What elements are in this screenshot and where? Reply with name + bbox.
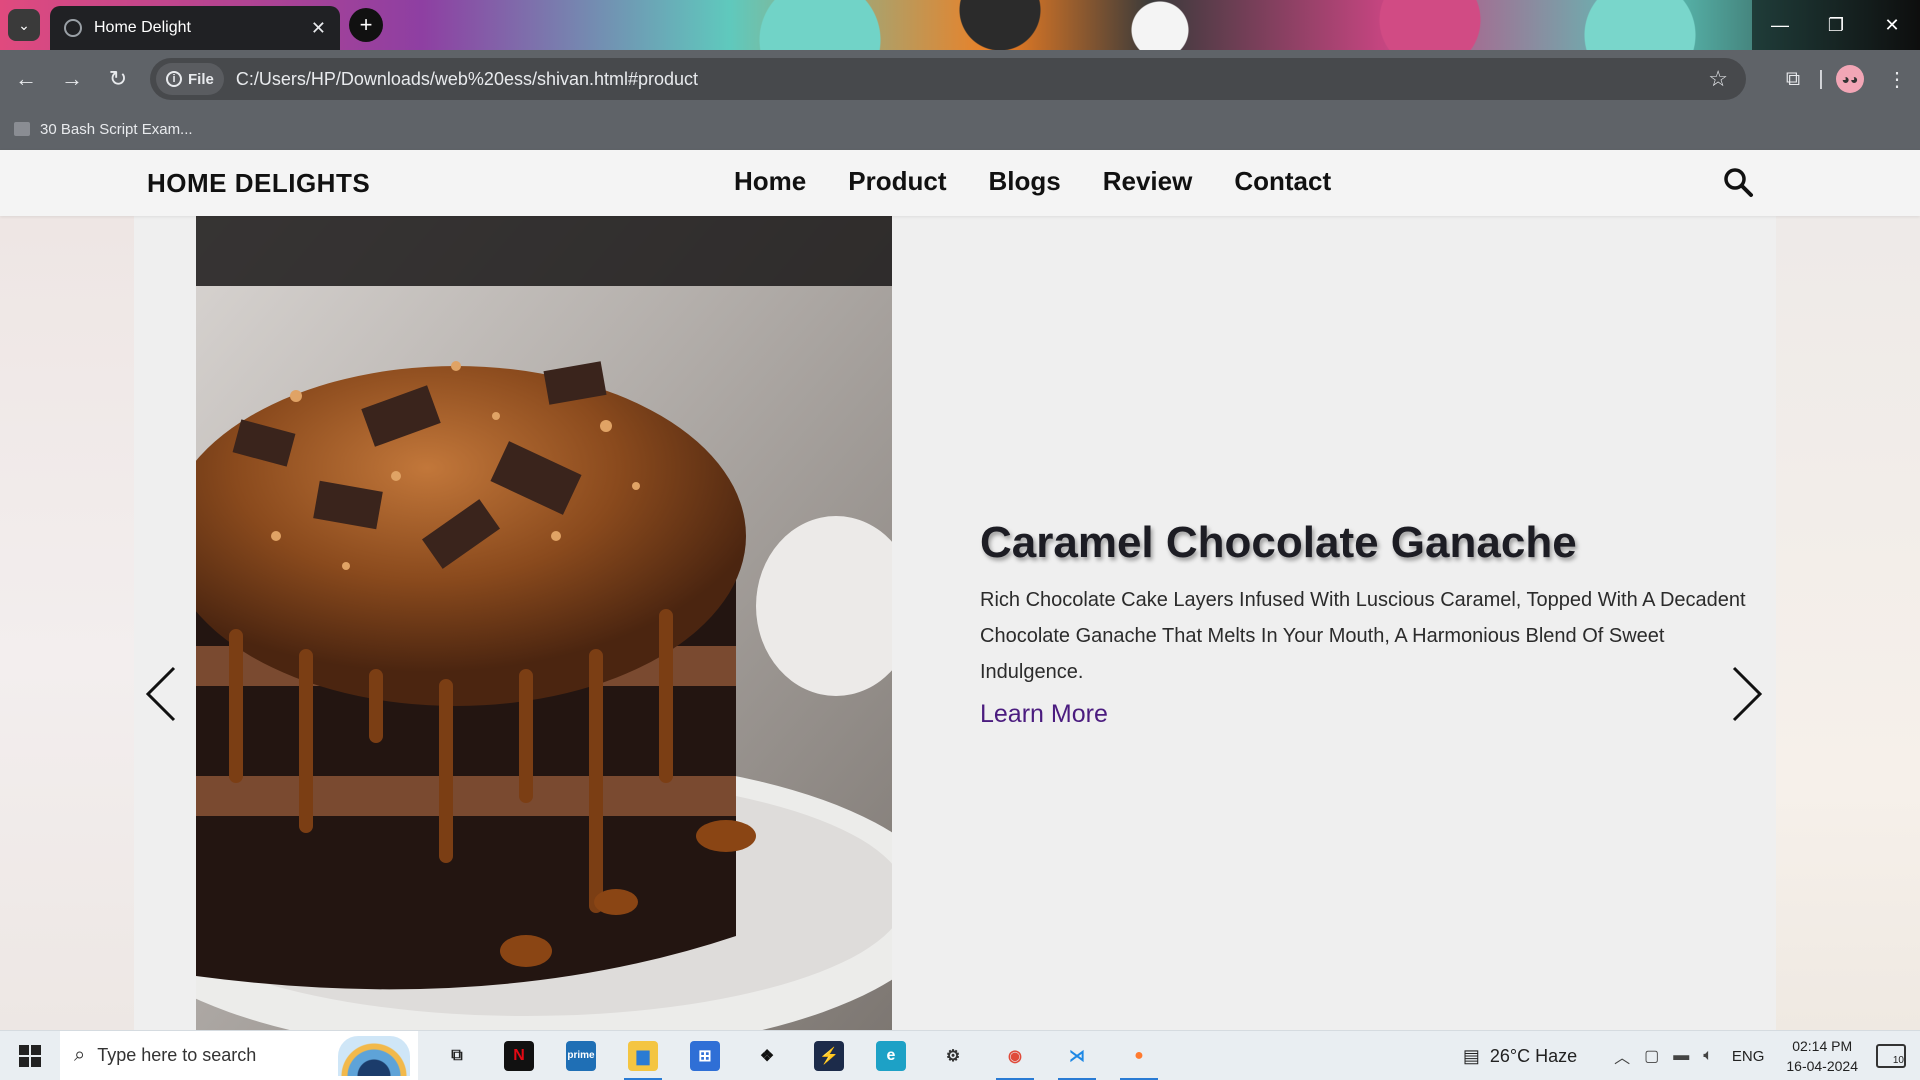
new-tab-button[interactable]: + bbox=[349, 8, 383, 42]
powershell-icon: ⚡ bbox=[814, 1040, 844, 1071]
extensions-icon[interactable]: ⧉ bbox=[1770, 68, 1816, 91]
volume-icon[interactable]: 🔈︎ bbox=[1703, 1047, 1713, 1065]
meet-now-icon[interactable]: ▢ bbox=[1644, 1046, 1659, 1066]
tab-close-icon[interactable]: ✕ bbox=[311, 18, 326, 39]
netflix-icon: N bbox=[504, 1040, 534, 1071]
taskbar-app-button[interactable]: ⚡ bbox=[798, 1031, 860, 1080]
globe-icon bbox=[64, 19, 82, 37]
tab-search-button[interactable]: ⌄ bbox=[8, 9, 40, 41]
show-hidden-icons-chevron-icon[interactable]: ︿ bbox=[1614, 1044, 1630, 1068]
taskbar-search-icon: ⌕ bbox=[74, 1044, 86, 1066]
back-arrow-icon[interactable]: ← bbox=[6, 59, 46, 99]
site-header: HOME DELIGHTS Home Product Blogs Review … bbox=[0, 150, 1920, 216]
main-nav: Home Product Blogs Review Contact bbox=[734, 166, 1331, 197]
battery-icon[interactable]: ▬ bbox=[1673, 1047, 1689, 1065]
nav-link-home[interactable]: Home bbox=[734, 166, 806, 197]
nav-link-product[interactable]: Product bbox=[848, 166, 946, 197]
taskbar-app-button[interactable]: ⚙ bbox=[922, 1031, 984, 1080]
bookmark-star-icon[interactable]: ☆ bbox=[1708, 66, 1728, 92]
weather-icon: ▤ bbox=[1462, 1045, 1480, 1066]
browser-tab-active[interactable]: Home Delight ✕ bbox=[50, 6, 340, 50]
search-highlight-image bbox=[338, 1035, 410, 1076]
next-slide-peek bbox=[1776, 216, 1920, 1030]
dropbox-icon: ❖ bbox=[752, 1040, 782, 1071]
weather-widget[interactable]: ▤ 26°C Haze bbox=[1463, 1046, 1577, 1067]
settings-icon: ⚙ bbox=[938, 1040, 968, 1071]
chrome-icon: ◉ bbox=[1000, 1040, 1030, 1071]
taskbar-search-placeholder: Type here to search bbox=[97, 1045, 257, 1065]
info-icon: i bbox=[166, 71, 182, 87]
vscode-icon: ⋊ bbox=[1062, 1040, 1092, 1071]
nav-link-review[interactable]: Review bbox=[1103, 166, 1193, 197]
task-view-icon: ⧉ bbox=[442, 1040, 472, 1071]
address-bar[interactable]: i File C:/Users/HP/Downloads/web%20ess/s… bbox=[150, 58, 1746, 100]
clock[interactable]: 02:14 PM 16-04-2024 bbox=[1786, 1036, 1858, 1076]
minimize-button[interactable]: — bbox=[1752, 0, 1808, 50]
notification-center-icon[interactable]: 10 bbox=[1876, 1044, 1906, 1068]
weather-text: 26°C Haze bbox=[1489, 1045, 1578, 1066]
file-explorer-icon: ▆ bbox=[628, 1040, 658, 1071]
taskbar-app-button[interactable]: ⧉ bbox=[426, 1031, 488, 1080]
language-indicator[interactable]: ENG bbox=[1732, 1048, 1765, 1065]
bookmarks-bar: 30 Bash Script Exam... bbox=[0, 108, 1920, 150]
profile-avatar[interactable]: ◕◕ bbox=[1836, 65, 1864, 93]
taskbar-app-button[interactable]: ◉ bbox=[984, 1031, 1046, 1080]
taskbar-app-button[interactable]: prime bbox=[550, 1031, 612, 1080]
taskbar-app-button[interactable]: e bbox=[860, 1031, 922, 1080]
tab-title: Home Delight bbox=[94, 19, 191, 36]
search-icon[interactable] bbox=[1722, 166, 1754, 198]
taskbar-app-button[interactable]: N bbox=[488, 1031, 550, 1080]
taskbar-app-button[interactable]: ▆ bbox=[612, 1031, 674, 1080]
taskbar-app-button[interactable]: ⋊ bbox=[1046, 1031, 1108, 1080]
taskbar-pinned-apps: ⧉ Nprime ▆ ⊞ ❖ ⚡ e ⚙ ◉ ⋊ ● bbox=[426, 1031, 1170, 1080]
notification-count: 10 bbox=[1892, 1055, 1904, 1066]
toolbar-right: ⧉ | ◕◕ ⋮ bbox=[1770, 50, 1920, 108]
restore-button[interactable]: ❐ bbox=[1808, 0, 1864, 50]
site-info-chip[interactable]: i File bbox=[156, 63, 224, 95]
site-logo[interactable]: HOME DELIGHTS bbox=[147, 168, 370, 199]
learn-more-link[interactable]: Learn More bbox=[980, 700, 1108, 729]
reload-icon[interactable]: ↻ bbox=[98, 59, 138, 99]
edge-icon: e bbox=[876, 1040, 906, 1071]
browser-menu-icon[interactable]: ⋮ bbox=[1874, 67, 1920, 92]
windows-logo-icon bbox=[19, 1044, 41, 1067]
url-text[interactable]: C:/Users/HP/Downloads/web%20ess/shivan.h… bbox=[236, 69, 1708, 90]
taskbar-app-button[interactable]: ● bbox=[1108, 1031, 1170, 1080]
prime-video-icon: prime bbox=[566, 1040, 596, 1071]
clock-date: 16-04-2024 bbox=[1786, 1058, 1858, 1074]
taskbar-search-box[interactable]: ⌕ Type here to search bbox=[60, 1030, 418, 1080]
product-title: Caramel Chocolate Ganache bbox=[980, 518, 1577, 567]
system-tray: ▤ 26°C Haze ︿ ▢ ▬ 🔈︎ ENG 02:14 PM 16-04-… bbox=[1463, 1031, 1920, 1080]
nav-link-blogs[interactable]: Blogs bbox=[988, 166, 1060, 197]
product-description: Rich Chocolate Cake Layers Infused With … bbox=[980, 589, 1746, 683]
nav-link-contact[interactable]: Contact bbox=[1234, 166, 1331, 197]
cake-image bbox=[196, 216, 892, 1030]
taskbar-app-button[interactable]: ⊞ bbox=[674, 1031, 736, 1080]
file-chip-label: File bbox=[188, 70, 214, 88]
previous-slide-peek bbox=[0, 216, 134, 1030]
browser-toolbar: ← → ↻ i File C:/Users/HP/Downloads/web%2… bbox=[0, 50, 1920, 108]
browser-titlebar: ⌄ Home Delight ✕ + — ❐ ✕ bbox=[0, 0, 1920, 50]
taskbar-app-button[interactable]: ❖ bbox=[736, 1031, 798, 1080]
firefox-icon: ● bbox=[1124, 1040, 1154, 1071]
windows-taskbar: ⌕ Type here to search ⧉ Nprime ▆ ⊞ ❖ ⚡ e ⚙ ◉ ⋊ ● ▤… bbox=[0, 1030, 1920, 1080]
microsoft-store-icon: ⊞ bbox=[690, 1040, 720, 1071]
carousel-prev-arrow-icon[interactable] bbox=[144, 664, 184, 724]
bookmark-favicon-icon bbox=[14, 122, 30, 136]
close-window-button[interactable]: ✕ bbox=[1864, 0, 1920, 50]
windows-start-button[interactable] bbox=[0, 1031, 60, 1080]
bookmark-item[interactable]: 30 Bash Script Exam... bbox=[40, 121, 193, 138]
toolbar-divider: | bbox=[1818, 67, 1824, 90]
clock-time: 02:14 PM bbox=[1792, 1038, 1853, 1054]
window-controls: — ❐ ✕ bbox=[1752, 0, 1920, 50]
forward-arrow-icon[interactable]: → bbox=[52, 59, 92, 99]
